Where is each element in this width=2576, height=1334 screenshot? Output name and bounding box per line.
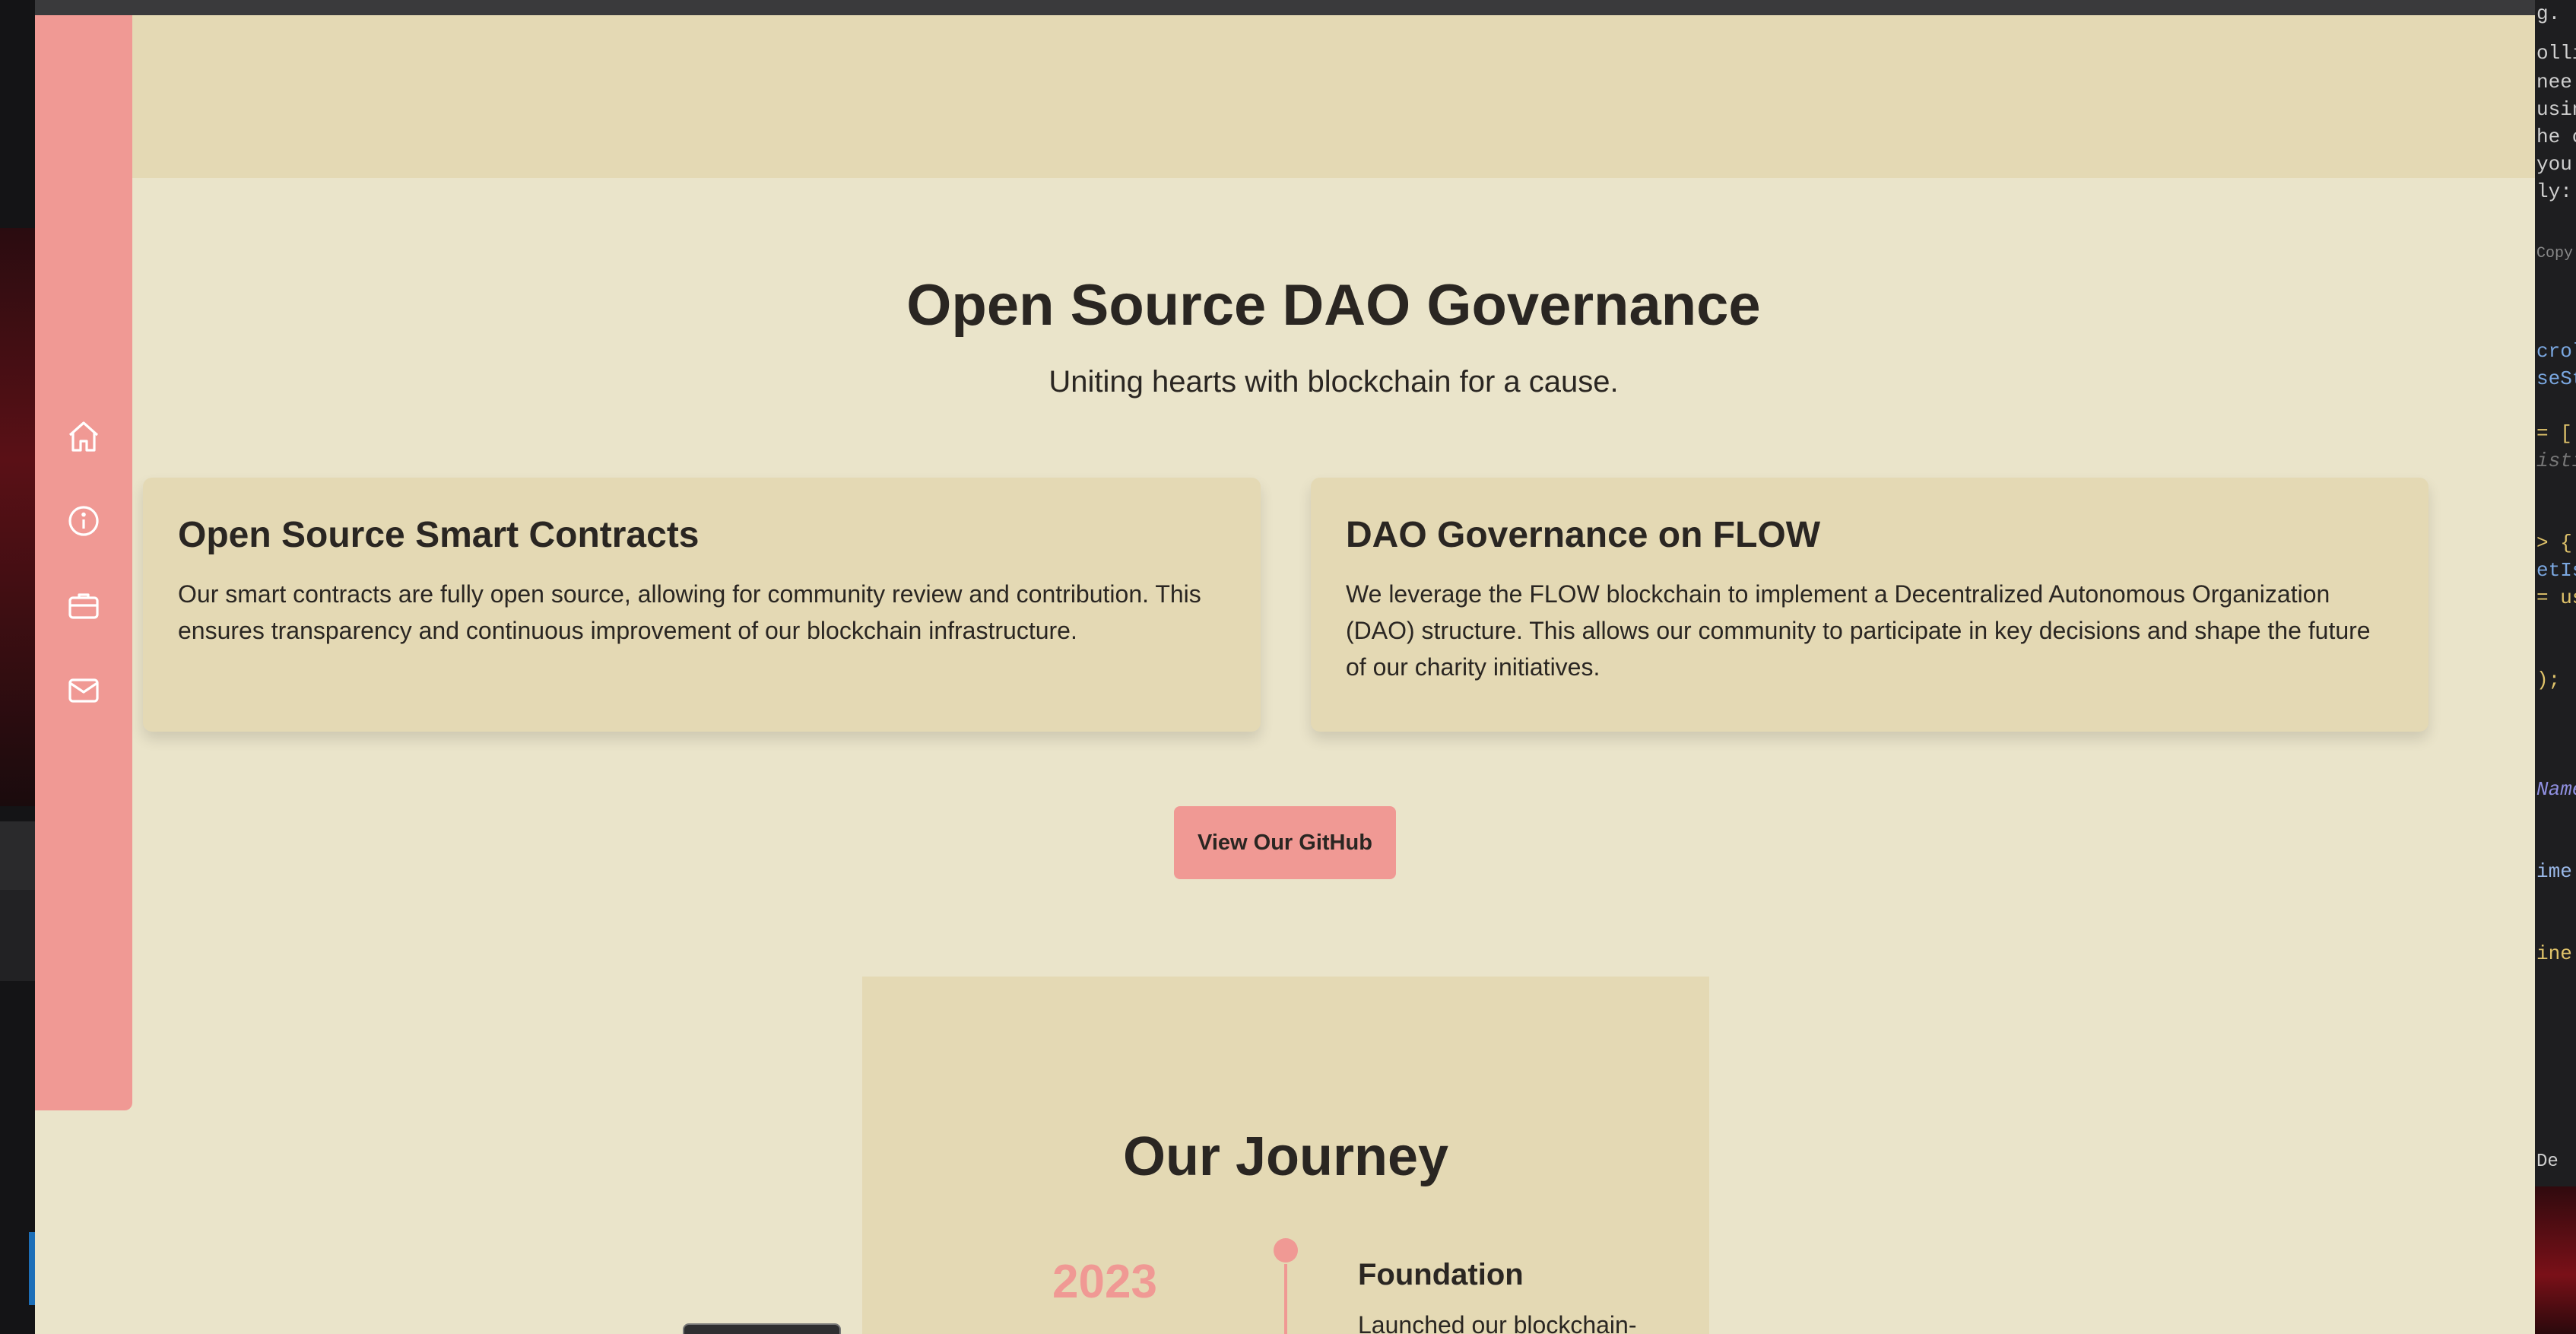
editor-line: = [	[2536, 422, 2572, 445]
editor-line: isti	[2536, 449, 2576, 472]
milestone-title: Foundation	[1358, 1258, 1524, 1291]
editor-line: usin	[2536, 98, 2576, 121]
editor-line: g.	[2536, 2, 2561, 25]
card-title: DAO Governance on FLOW	[1346, 515, 1821, 555]
journey-section: Our Journey 2023 Foundation Launched our…	[862, 977, 1709, 1334]
editor-line: crol	[2536, 340, 2576, 363]
editor-line: > {	[2536, 532, 2572, 554]
briefcase-icon[interactable]	[65, 587, 102, 624]
editor-line: Name	[2536, 778, 2576, 801]
browser-top-strip	[35, 0, 2535, 15]
browser-viewport: Open Source DAO Governance Uniting heart…	[35, 15, 2535, 1334]
timeline-dot	[1274, 1238, 1298, 1263]
editor-line: );	[2536, 669, 2561, 691]
floating-toolbar-tab[interactable]	[683, 1323, 841, 1334]
background-window-strip	[0, 890, 35, 981]
home-icon[interactable]	[65, 418, 102, 455]
editor-line: you	[2536, 153, 2572, 176]
editor-line: ine	[2536, 942, 2572, 965]
card-text: Our smart contracts are fully open sourc…	[178, 580, 1201, 644]
background-window-strip	[0, 821, 35, 890]
editor-line: nee	[2536, 71, 2572, 94]
section-title: Open Source DAO Governance	[906, 273, 1761, 338]
info-icon[interactable]	[65, 503, 102, 539]
editor-line: etIs	[2536, 559, 2576, 582]
editor-line: he c	[2536, 125, 2576, 148]
milestone-description: Launched our blockchain-	[1358, 1311, 1637, 1334]
editor-line: seSt	[2536, 367, 2576, 390]
editor-line: ollin	[2536, 42, 2576, 65]
background-accent-strip	[29, 1232, 35, 1305]
mail-icon[interactable]	[65, 672, 102, 709]
sidebar-nav	[35, 15, 132, 1110]
editor-line: ly:	[2536, 180, 2572, 203]
card-title: Open Source Smart Contracts	[178, 515, 700, 555]
feature-card-smart-contracts: Open Source Smart Contracts Our smart co…	[143, 478, 1261, 732]
editor-line: De	[2536, 1151, 2559, 1172]
background-code-editor: g. ollin nee usin he c you ly: Copy crol…	[2535, 0, 2576, 1334]
view-github-button[interactable]: View Our GitHub	[1174, 806, 1396, 879]
journey-title: Our Journey	[1122, 1126, 1449, 1187]
hero-section-bottom	[132, 15, 2535, 178]
wallpaper-glow	[0, 228, 35, 806]
timeline-line	[1284, 1264, 1287, 1334]
section-subtitle: Uniting hearts with blockchain for a cau…	[1048, 365, 1619, 399]
feature-card-dao-governance: DAO Governance on FLOW We leverage the F…	[1311, 478, 2428, 732]
card-text: We leverage the FLOW blockchain to imple…	[1346, 580, 2371, 681]
desktop-background-left	[0, 0, 35, 1334]
editor-copy-label: Copy	[2536, 245, 2574, 262]
milestone-year: 2023	[1052, 1256, 1157, 1308]
wallpaper-glow	[2535, 1186, 2576, 1334]
editor-line: = us	[2536, 586, 2576, 609]
editor-line: ime	[2536, 860, 2572, 883]
